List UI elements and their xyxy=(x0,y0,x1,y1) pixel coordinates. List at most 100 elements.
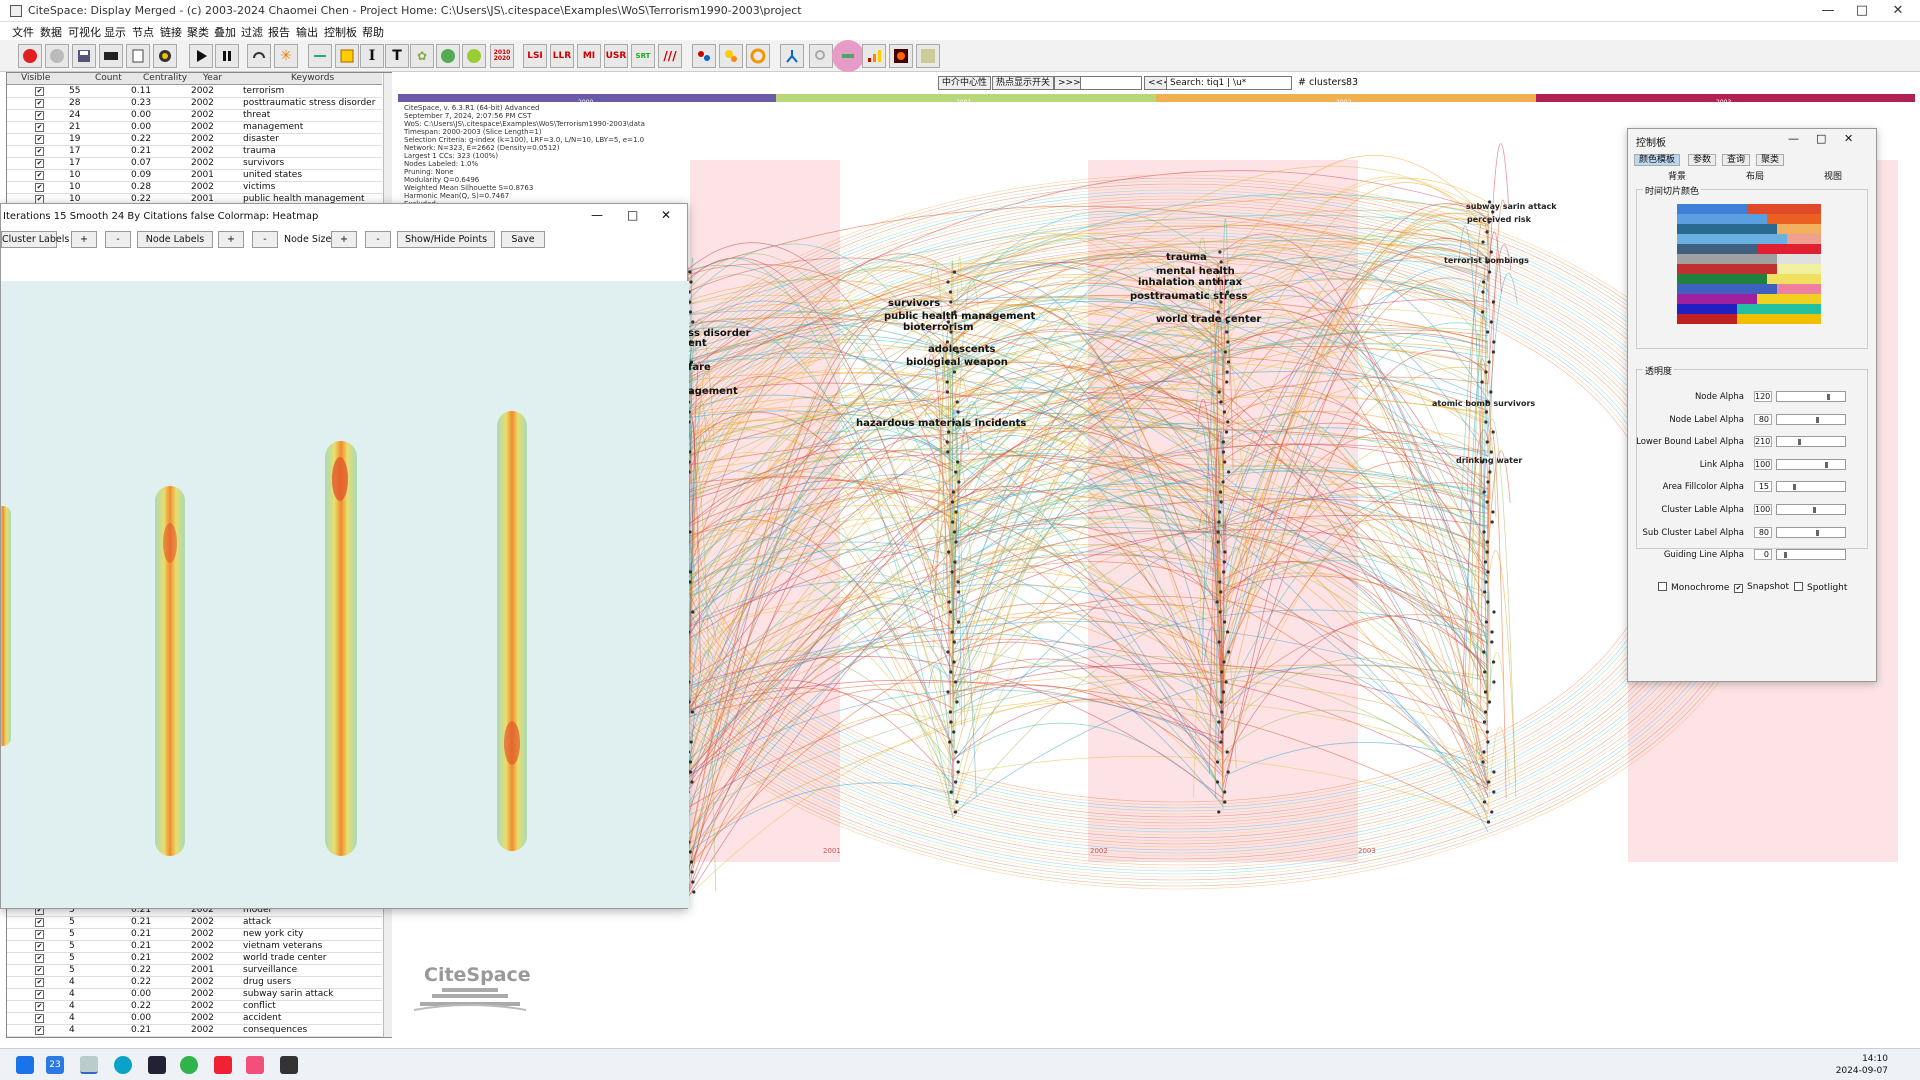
export-icon[interactable] xyxy=(126,44,150,68)
pause-icon[interactable] xyxy=(215,44,239,68)
col-count[interactable]: Count xyxy=(95,73,122,83)
cluster-labels-plus[interactable]: + xyxy=(71,231,97,248)
weather-icon[interactable]: 23 xyxy=(46,1056,64,1074)
hotspot-toggle-button[interactable]: 热点显示开关 xyxy=(992,76,1055,90)
menu-nodes[interactable]: 节点 xyxy=(132,24,154,40)
node-labels-minus[interactable]: - xyxy=(252,231,278,248)
node-label[interactable]: adolescents xyxy=(928,344,996,355)
table-row[interactable]: ✔ 4 0.21 2002 consequences xyxy=(7,1025,382,1037)
slider-thumb[interactable] xyxy=(1815,529,1819,536)
ring-icon[interactable] xyxy=(746,44,770,68)
slider-value[interactable]: 100 xyxy=(1754,504,1772,515)
visible-checkbox[interactable]: ✔ xyxy=(35,1002,44,1011)
show-hide-points-button[interactable]: Show/Hide Points xyxy=(397,231,495,248)
film-icon[interactable] xyxy=(99,44,123,68)
alpha-slider[interactable] xyxy=(1776,481,1846,493)
table-row[interactable]: ✔ 4 0.00 2002 accident xyxy=(7,1013,382,1025)
burst-chart-icon[interactable] xyxy=(862,44,886,68)
menu-data[interactable]: 数据 xyxy=(40,24,62,40)
node-label[interactable]: public health management xyxy=(884,311,1035,322)
start-icon[interactable] xyxy=(16,1056,34,1074)
slider-value[interactable]: 80 xyxy=(1754,526,1772,538)
col-centrality[interactable]: Centrality xyxy=(143,73,187,83)
heat-icon[interactable] xyxy=(889,44,913,68)
tab-clusters[interactable]: 聚类 xyxy=(1756,154,1785,166)
sort-icon[interactable]: SRT xyxy=(631,44,655,68)
table-row[interactable]: ✔ 55 0.11 2002 terrorism xyxy=(7,86,382,98)
subtab-layout[interactable]: 布局 xyxy=(1746,169,1764,182)
maximize-button[interactable]: □ xyxy=(627,208,638,222)
visible-checkbox[interactable]: ✔ xyxy=(35,147,44,156)
node-label[interactable]: posttraumatic stress xyxy=(1130,291,1247,302)
node-label[interactable]: inhalation anthrax xyxy=(1138,277,1242,288)
node-label[interactable]: fare xyxy=(688,362,711,373)
visible-checkbox[interactable]: ✔ xyxy=(35,954,44,963)
magnify-icon[interactable] xyxy=(809,44,833,68)
node-label[interactable]: terrorist bombings xyxy=(1444,256,1529,265)
visible-checkbox[interactable]: ✔ xyxy=(35,135,44,144)
lsi-icon[interactable]: LSI xyxy=(523,44,547,68)
slider-value[interactable]: 210 xyxy=(1754,436,1772,448)
visible-checkbox[interactable]: ✔ xyxy=(35,942,44,951)
visible-checkbox[interactable]: ✔ xyxy=(35,978,44,987)
visible-checkbox[interactable]: ✔ xyxy=(35,1026,44,1035)
node-label[interactable]: mental health xyxy=(1156,266,1235,277)
menu-control-panel[interactable]: 控制板 xyxy=(324,24,357,40)
llr-icon[interactable]: LLR xyxy=(550,44,574,68)
slider-thumb[interactable] xyxy=(1815,416,1819,423)
slider-value[interactable]: 100 xyxy=(1754,458,1772,470)
betweenness-button[interactable]: 中介中心性 xyxy=(938,76,992,90)
map-icon[interactable] xyxy=(916,44,940,68)
visible-checkbox[interactable]: ✔ xyxy=(35,1014,44,1023)
slider-thumb[interactable] xyxy=(1824,461,1828,468)
timeline-icon[interactable] xyxy=(832,40,864,72)
menu-visualize[interactable]: 可视化 xyxy=(68,24,101,40)
node-label[interactable]: world trade center xyxy=(1156,314,1261,325)
edge-icon[interactable] xyxy=(114,1056,132,1074)
table-row[interactable]: ✔ 17 0.21 2002 trauma xyxy=(7,146,382,158)
slider-thumb[interactable] xyxy=(1783,552,1787,559)
node-label[interactable]: ent xyxy=(688,338,707,349)
usr-icon[interactable]: USR xyxy=(604,44,628,68)
rotate-icon[interactable] xyxy=(247,44,271,68)
stop-icon[interactable] xyxy=(45,44,69,68)
node-label[interactable]: biological weapon xyxy=(906,357,1008,368)
parallel-icon[interactable]: /// xyxy=(658,44,682,68)
node-size-minus[interactable]: - xyxy=(365,231,391,248)
node-label[interactable]: subway sarin attack xyxy=(1466,202,1557,211)
node-label[interactable]: drinking water xyxy=(1456,456,1522,465)
node-labels-plus[interactable]: + xyxy=(218,231,244,248)
colormap-swatches[interactable] xyxy=(1677,204,1821,344)
minimize-button[interactable]: — xyxy=(1788,132,1799,145)
node-labels-button[interactable]: Node Labels xyxy=(137,231,213,248)
grid-icon[interactable] xyxy=(335,44,359,68)
menu-file[interactable]: 文件 xyxy=(12,24,34,40)
col-keywords[interactable]: Keywords xyxy=(291,73,334,83)
record-icon[interactable] xyxy=(18,44,42,68)
menu-overlay[interactable]: 叠加 xyxy=(214,24,236,40)
snapshot-checkbox[interactable]: ✔ Snapshot xyxy=(1734,582,1789,593)
save-icon[interactable] xyxy=(72,44,96,68)
tab-query[interactable]: 查询 xyxy=(1722,154,1751,166)
alpha-slider[interactable] xyxy=(1776,413,1846,425)
monochrome-checkbox[interactable]: Monochrome xyxy=(1658,582,1729,593)
slider-value[interactable]: 120 xyxy=(1754,391,1772,402)
maximize-button[interactable]: □ xyxy=(1816,132,1826,145)
menu-filter[interactable]: 过滤 xyxy=(241,24,263,40)
table-row[interactable]: ✔ 4 0.22 2002 conflict xyxy=(7,1001,382,1013)
visible-checkbox[interactable]: ✔ xyxy=(35,918,44,927)
table-row[interactable]: ✔ 5 0.21 2002 new york city xyxy=(7,929,382,941)
minimize-button[interactable]: — xyxy=(1813,2,1843,20)
alpha-slider[interactable] xyxy=(1776,504,1846,515)
media-icon[interactable] xyxy=(148,1056,166,1074)
visible-checkbox[interactable]: ✔ xyxy=(35,99,44,108)
tab-parameters[interactable]: 参数 xyxy=(1688,154,1717,166)
close-button[interactable]: ✕ xyxy=(1883,2,1913,20)
burst-icon[interactable]: ✳ xyxy=(274,44,298,68)
alpha-slider[interactable] xyxy=(1776,549,1846,561)
search-input[interactable]: Search: tiq1 | \u* xyxy=(1166,76,1292,90)
slider-thumb[interactable] xyxy=(1812,507,1816,513)
table-row[interactable]: ✔ 19 0.22 2002 disaster xyxy=(7,134,382,146)
text-icon[interactable]: T xyxy=(385,44,409,68)
maximize-button[interactable]: □ xyxy=(1847,2,1877,20)
